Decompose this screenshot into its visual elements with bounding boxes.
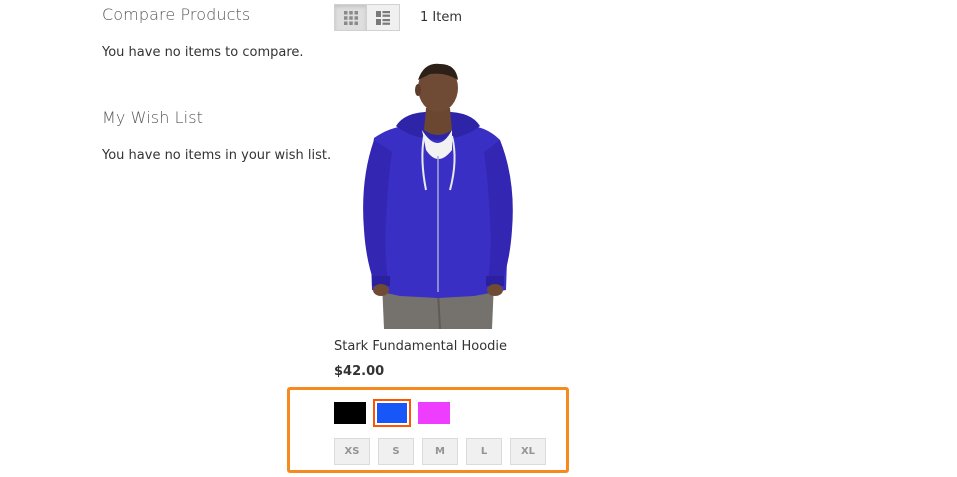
grid-view-button[interactable]	[334, 4, 367, 31]
compare-empty-message: You have no items to compare.	[102, 45, 304, 60]
page: Compare Products You have no items to co…	[0, 0, 957, 477]
size-swatch-list: XS S M L XL	[334, 438, 546, 465]
list-icon	[376, 10, 390, 25]
size-swatch-m[interactable]: M	[422, 438, 458, 465]
color-swatch-black[interactable]	[334, 402, 366, 424]
compare-products-title: Compare Products	[102, 5, 251, 24]
color-swatch-purple[interactable]	[418, 402, 450, 424]
size-swatch-s[interactable]: S	[378, 438, 414, 465]
toolbar-item-count: 1 Item	[420, 10, 462, 25]
product-price: $42.00	[334, 364, 385, 379]
color-swatch-blue[interactable]	[373, 399, 411, 427]
size-swatch-xs[interactable]: XS	[334, 438, 370, 465]
grid-icon	[343, 10, 358, 25]
color-swatch-list	[334, 399, 450, 427]
product-name-link[interactable]: Stark Fundamental Hoodie	[334, 339, 507, 354]
list-view-button[interactable]	[367, 4, 400, 31]
size-swatch-xl[interactable]: XL	[510, 438, 546, 465]
product-image[interactable]	[334, 60, 544, 329]
size-swatch-l[interactable]: L	[466, 438, 502, 465]
view-mode-switcher	[334, 4, 400, 31]
wishlist-empty-message: You have no items in your wish list.	[102, 148, 332, 163]
wishlist-title: My Wish List	[102, 108, 204, 127]
